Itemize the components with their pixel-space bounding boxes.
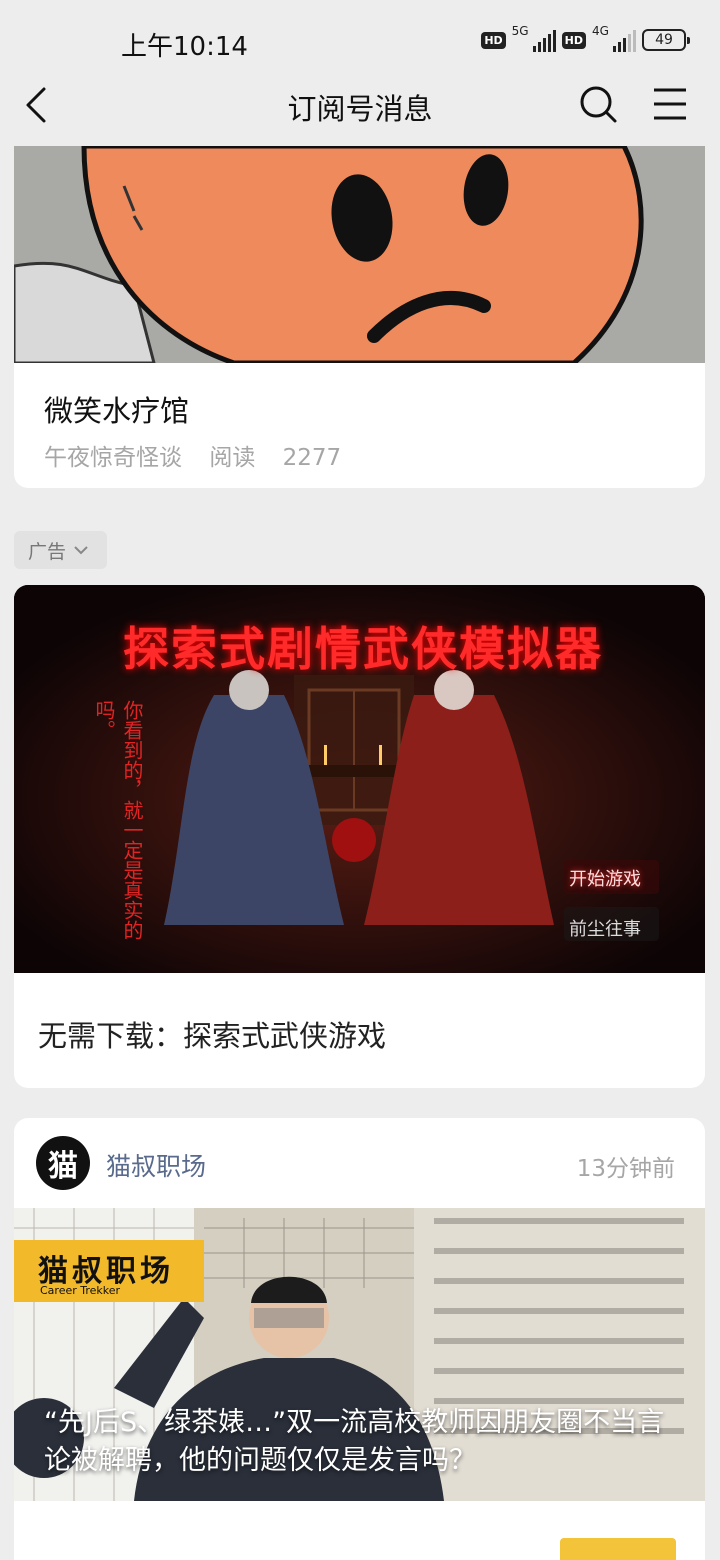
article-meta: 午夜惊奇怪谈 阅读 2277 (44, 438, 341, 472)
brand-subtitle: Career Trekker (40, 1284, 121, 1297)
account-name[interactable]: 猫叔职场 (106, 1147, 206, 1183)
menu-icon[interactable] (650, 84, 690, 124)
search-icon[interactable] (578, 84, 618, 124)
status-bar: 上午10:14 HD 5G HD 4G 49 (0, 0, 720, 72)
chevron-down-icon (74, 546, 88, 555)
article-cover-image[interactable]: 猫叔职场 Career Trekker “先J后S、绿茶婊…”双一流高校教师因朋… (14, 1208, 705, 1501)
avatar[interactable]: 猫 (36, 1136, 90, 1190)
article-title[interactable]: 微笑水疗馆 (44, 388, 189, 430)
ad-tag-label: 广告 (28, 540, 67, 563)
article-cover-image[interactable] (14, 146, 705, 363)
ad-card[interactable]: 探索式剧情武侠模拟器 你看到的，就一定是真实的吗。 开始游戏 前尘往事 无需下载… (14, 585, 705, 1088)
system-icons: HD 5G HD 4G 49 (481, 24, 690, 52)
signal-4g-icon: 4G (592, 24, 636, 52)
signal-5g-icon: 5G (512, 24, 556, 52)
article-thumbnail[interactable] (560, 1538, 676, 1560)
article-card[interactable]: 微笑水疗馆 午夜惊奇怪谈 阅读 2277 (14, 146, 705, 488)
clock: 上午10:14 (121, 32, 248, 62)
ad-banner-vertical-text: 你看到的，就一定是真实的吗。 (92, 700, 144, 940)
account-name: 午夜惊奇怪谈 (44, 445, 182, 471)
article-headline[interactable]: “先J后S、绿茶婊…”双一流高校教师因朋友圈不当言论被解聘，他的问题仅仅是发言吗… (44, 1404, 684, 1480)
article-card[interactable]: 猫 猫叔职场 13分钟前 猫叔职场 Career Trekker “先J后S、绿… (14, 1118, 705, 1560)
hd-icon: HD (481, 31, 506, 49)
hd-icon: HD (561, 31, 586, 49)
read-count: 2277 (282, 445, 342, 471)
battery-icon: 49 (642, 29, 690, 51)
timestamp: 13分钟前 (576, 1156, 675, 1182)
ad-caption[interactable]: 无需下载：探索式武侠游戏 (38, 1013, 386, 1055)
ad-banner-image[interactable]: 探索式剧情武侠模拟器 你看到的，就一定是真实的吗。 开始游戏 前尘往事 (14, 585, 705, 973)
read-label: 阅读 (209, 445, 256, 471)
ad-banner-title: 探索式剧情武侠模拟器 (123, 622, 603, 676)
ad-tag-button[interactable]: 广告 (14, 531, 107, 569)
history-button[interactable]: 前尘往事 (569, 915, 641, 941)
nav-bar: 订阅号消息 (0, 72, 720, 142)
start-game-button[interactable]: 开始游戏 (569, 865, 641, 891)
